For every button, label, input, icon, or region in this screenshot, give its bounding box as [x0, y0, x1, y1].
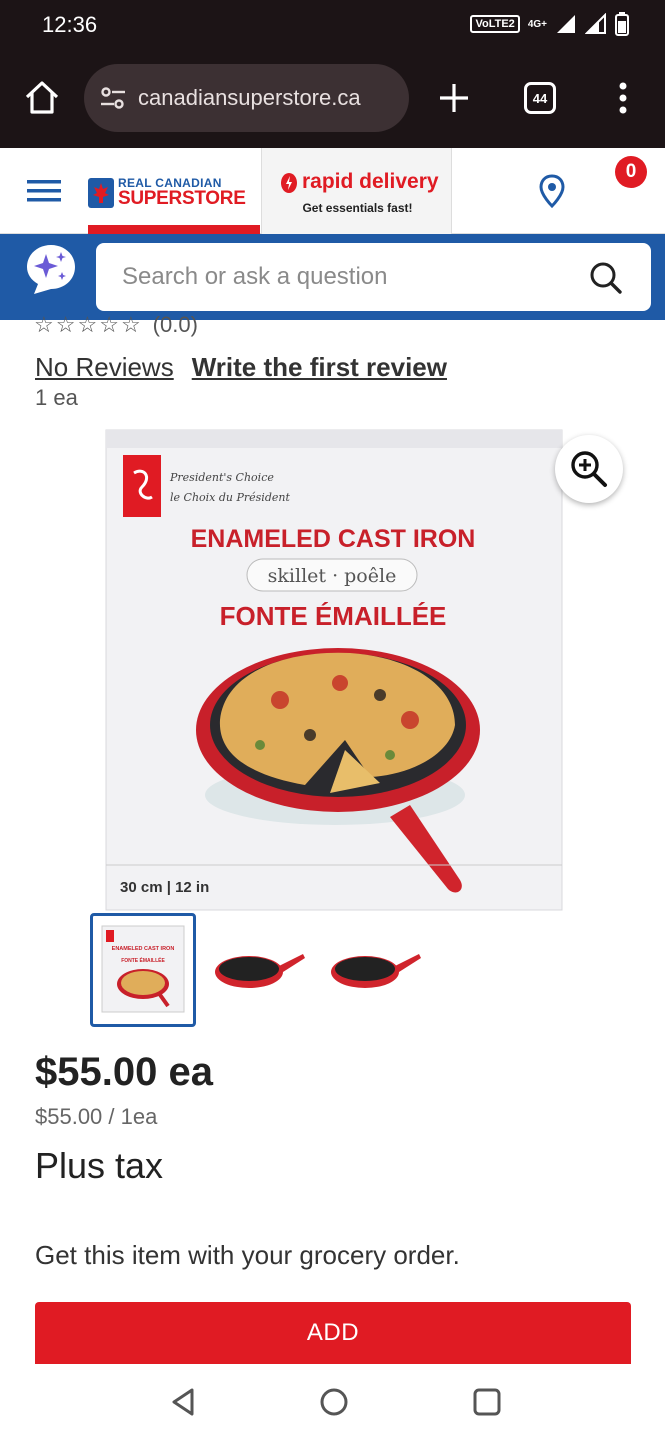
new-tab-icon[interactable] — [434, 78, 474, 118]
no-reviews-link[interactable]: No Reviews — [35, 352, 174, 383]
site-settings-icon[interactable] — [98, 83, 128, 113]
lightning-icon — [281, 173, 297, 193]
box-title-fr: FONTE ÉMAILLÉE — [220, 601, 447, 631]
cart-count-badge[interactable]: 0 — [615, 156, 647, 188]
tab-switcher-button[interactable]: 44 — [524, 82, 556, 114]
search-input[interactable] — [122, 243, 572, 311]
home-circle-icon[interactable] — [318, 1386, 350, 1418]
volte-icon: VoLTE2 — [470, 15, 520, 33]
product-image[interactable]: President's Choice le Choix du Président… — [90, 425, 576, 913]
thumb-title: ENAMELED CAST IRON — [112, 946, 175, 952]
thumbnail-skillet-2[interactable] — [322, 913, 428, 1027]
menu-icon[interactable] — [27, 178, 61, 204]
superstore-logo[interactable]: REAL CANADIAN SUPERSTORE — [88, 176, 248, 210]
thumbnail-box[interactable]: ENAMELED CAST IRON FONTE ÉMAILLÉE — [90, 913, 196, 1027]
rapid-delivery-subtitle: Get essentials fast! — [302, 201, 413, 215]
status-bar: 12:36 VoLTE2 4G+ — [0, 0, 665, 52]
ai-assistant-icon[interactable] — [24, 242, 78, 296]
search-box[interactable] — [96, 243, 651, 311]
star-icon: ☆ — [120, 312, 141, 337]
product-box-illustration: President's Choice le Choix du Président… — [105, 429, 563, 911]
site-header: REAL CANADIAN SUPERSTORE rapid delivery … — [0, 148, 665, 234]
add-to-cart-button[interactable]: ADD — [35, 1302, 631, 1364]
image-thumbnails: ENAMELED CAST IRON FONTE ÉMAILLÉE — [90, 913, 428, 1027]
box-title-en: ENAMELED CAST IRON — [191, 525, 476, 553]
maple-leaf-icon — [88, 178, 114, 208]
zoom-in-icon — [571, 451, 607, 487]
status-time: 12:36 — [42, 12, 98, 37]
rapid-delivery-banner[interactable]: rapid delivery Get essentials fast! — [261, 148, 452, 234]
signal-icon-2 — [585, 13, 606, 34]
logo-line-2: SUPERSTORE — [118, 188, 246, 209]
box-size: 30 cm | 12 in — [120, 879, 209, 896]
star-icon: ☆ — [99, 312, 119, 337]
rapid-delivery-title: rapid delivery — [302, 170, 439, 193]
address-bar[interactable]: canadiansuperstore.ca — [84, 64, 409, 132]
thumbnail-box-image: ENAMELED CAST IRON FONTE ÉMAILLÉE — [101, 925, 185, 1013]
thumbnail-skillet-image — [215, 954, 305, 988]
battery-icon — [615, 12, 629, 36]
signal-icon — [557, 15, 575, 33]
write-review-link[interactable]: Write the first review — [192, 352, 447, 383]
box-brand-line-1: President's Choice — [169, 471, 274, 484]
reviews-links: No Reviews Write the first review — [35, 352, 447, 383]
search-icon[interactable] — [589, 261, 623, 295]
rating-value: (0.0) — [152, 312, 198, 337]
grocery-order-note: Get this item with your grocery order. — [35, 1240, 460, 1270]
status-icons: VoLTE2 4G+ — [470, 12, 629, 36]
more-options-icon[interactable] — [610, 78, 636, 118]
url-text[interactable]: canadiansuperstore.ca — [138, 85, 361, 111]
box-brand-line-2: le Choix du Président — [170, 491, 290, 504]
box-subtitle: skillet · poêle — [268, 565, 397, 587]
tax-note: Plus tax — [35, 1145, 164, 1186]
unit-size: 1 ea — [35, 385, 78, 410]
back-icon[interactable] — [168, 1386, 200, 1418]
star-icon: ☆ — [77, 312, 98, 337]
recents-icon[interactable] — [471, 1386, 503, 1418]
thumb-subtitle: FONTE ÉMAILLÉE — [121, 956, 165, 964]
unit-price: $55.00 / 1ea — [35, 1104, 158, 1129]
zoom-button[interactable] — [555, 435, 623, 503]
rating-stars: ☆ ☆ ☆ ☆ ☆ (0.0) — [34, 312, 198, 338]
location-pin-icon[interactable] — [539, 174, 565, 208]
star-icon: ☆ — [34, 312, 54, 337]
thumbnail-skillet-image — [331, 954, 421, 988]
thumbnail-skillet-1[interactable] — [206, 913, 312, 1027]
home-icon[interactable] — [22, 78, 62, 118]
network-type: 4G+ — [527, 18, 547, 30]
search-band — [0, 234, 665, 320]
product-price: $55.00 ea — [35, 1050, 213, 1094]
browser-toolbar: canadiansuperstore.ca 44 — [0, 52, 665, 148]
logo-active-indicator — [88, 225, 260, 234]
system-nav-bar — [0, 1364, 665, 1440]
star-icon: ☆ — [55, 312, 76, 337]
